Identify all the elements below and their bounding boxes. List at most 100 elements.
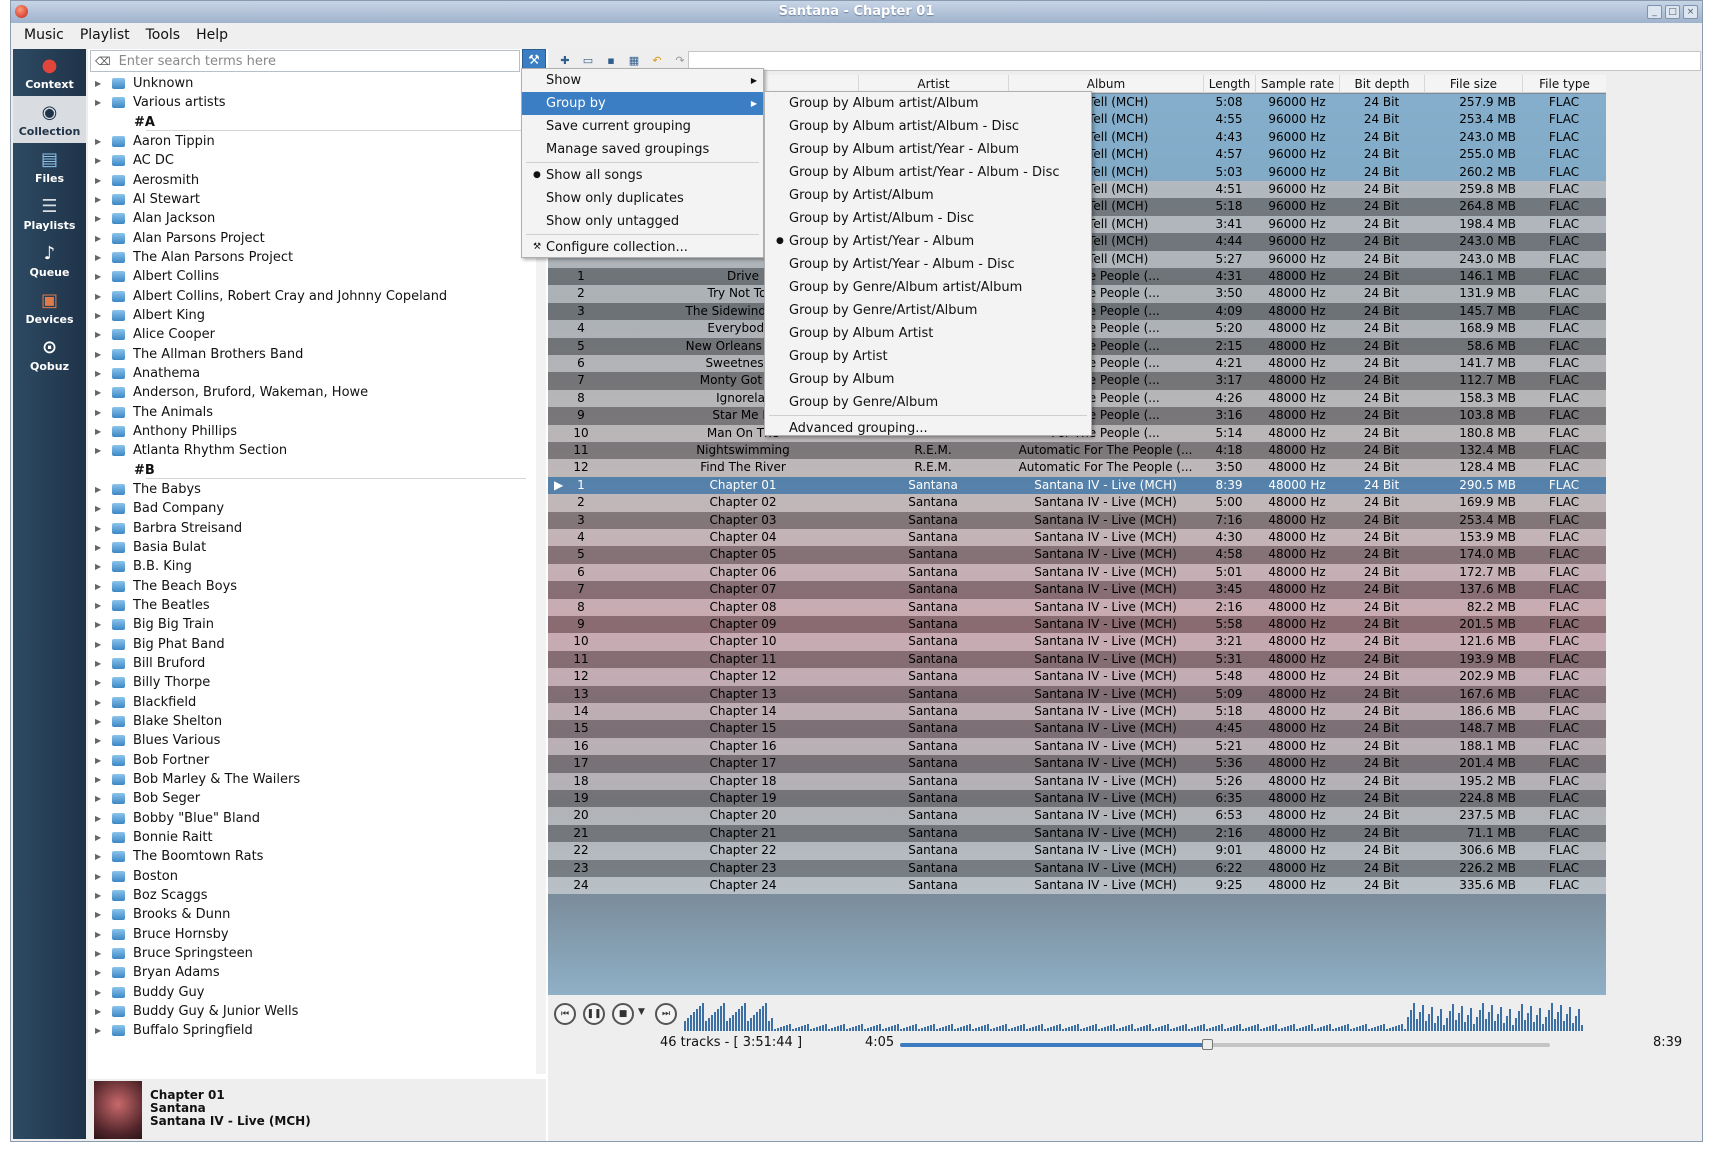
expand-arrow-icon[interactable]: ▶ [95,756,105,765]
stop-button[interactable]: ■ [612,1003,634,1025]
playlist-row[interactable]: 20 Chapter 20 Santana Santana IV - Live (MC… [548,807,1606,825]
column-header-file-size[interactable]: File size [1424,75,1522,93]
menu-item-show-only-untagged[interactable]: Show only untagged [522,210,763,233]
expand-arrow-icon[interactable]: ▶ [95,176,105,185]
playlist-row[interactable]: 24 Chapter 24 Santana Santana IV - Live (MC… [548,877,1606,895]
expand-arrow-icon[interactable]: ▶ [95,872,105,881]
expand-arrow-icon[interactable]: ▶ [95,640,105,649]
tree-item[interactable]: ▶ Atlanta Rhythm Section [88,441,546,460]
tree-item[interactable]: ▶ The Boomtown Rats [88,847,546,866]
playlist-row[interactable]: 13 Chapter 13 Santana Santana IV - Live (MC… [548,685,1606,703]
sidebar-item-devices[interactable]: ▣ Devices [13,284,86,331]
expand-arrow-icon[interactable]: ▶ [95,775,105,784]
menu-item-group-by-album-artist-year-album[interactable]: Group by Album artist/Year - Album [765,138,1091,161]
pause-button[interactable]: ❚❚ [583,1003,605,1025]
expand-arrow-icon[interactable]: ▶ [95,214,105,223]
expand-arrow-icon[interactable]: ▶ [95,446,105,455]
menu-tools[interactable]: Tools [145,27,182,43]
playlist-row[interactable]: 15 Chapter 15 Santana Santana IV - Live (MC… [548,720,1606,738]
tree-item[interactable]: ▶ Boston [88,866,546,885]
expand-arrow-icon[interactable]: ▶ [95,794,105,803]
tree-item[interactable]: ▶ The Beach Boys [88,577,546,596]
tree-item[interactable]: ▶ Barbra Streisand [88,519,546,538]
menu-item-group-by-album-artist-year-album-disc[interactable]: Group by Album artist/Year - Album - Dis… [765,161,1091,184]
tree-item[interactable]: ▶ Buffalo Springfield [88,1021,546,1040]
menu-playlist[interactable]: Playlist [79,27,131,43]
expand-arrow-icon[interactable]: ▶ [95,79,105,88]
tree-item[interactable]: ▶ B.B. King [88,557,546,576]
expand-arrow-icon[interactable]: ▶ [95,369,105,378]
expand-arrow-icon[interactable]: ▶ [95,852,105,861]
sidebar-item-collection[interactable]: ◉ Collection [13,96,86,143]
expand-arrow-icon[interactable]: ▶ [95,350,105,359]
expand-arrow-icon[interactable]: ▶ [95,582,105,591]
expand-arrow-icon[interactable]: ▶ [95,330,105,339]
expand-arrow-icon[interactable]: ▶ [95,620,105,629]
tree-item[interactable]: ▶ The Beatles [88,596,546,615]
menu-item-group-by-artist-album[interactable]: Group by Artist/Album [765,184,1091,207]
playlist-row[interactable]: 7 Chapter 07 Santana Santana IV - Live (MCH… [548,581,1606,599]
tree-item[interactable]: ▶ The Alan Parsons Project [88,248,546,267]
search-input[interactable]: ⌫ Enter search terms here [90,50,520,72]
tree-item[interactable]: ▶ Blues Various [88,731,546,750]
expand-arrow-icon[interactable]: ▶ [95,736,105,745]
menu-item-advanced-grouping[interactable]: Advanced grouping... [765,417,1091,440]
tree-item[interactable]: ▶ Aaron Tippin [88,132,546,151]
tree-item[interactable]: ▶ Alan Parsons Project [88,229,546,248]
sidebar-item-context[interactable]: ● Context [13,49,86,96]
expand-arrow-icon[interactable]: ▶ [95,814,105,823]
playlist-row[interactable]: 9 Chapter 09 Santana Santana IV - Live (MCH… [548,616,1606,634]
tree-item[interactable]: ▶ Bad Company [88,499,546,518]
column-header-file-type[interactable]: File type [1522,75,1606,93]
expand-arrow-icon[interactable]: ▶ [95,504,105,513]
expand-arrow-icon[interactable]: ▶ [95,485,105,494]
tree-item[interactable]: ▶ Bob Marley & The Wailers [88,770,546,789]
playlist-row[interactable]: 19 Chapter 19 Santana Santana IV - Live (MC… [548,790,1606,808]
tree-item[interactable]: ▶ Bobby "Blue" Bland [88,808,546,827]
menu-item-group-by-album-artist-album[interactable]: Group by Album artist/Album [765,92,1091,115]
playlist-row[interactable]: 16 Chapter 16 Santana Santana IV - Live (MC… [548,737,1606,756]
expand-arrow-icon[interactable]: ▶ [95,408,105,417]
playlist-row[interactable]: 12 Find The River R.E.M. Automatic For The … [548,459,1606,477]
playlist-row[interactable]: 2 Chapter 02 Santana Santana IV - Live (MCH… [548,494,1606,512]
tree-item[interactable]: ▶ The Allman Brothers Band [88,345,546,364]
tree-item[interactable]: ▶ Bruce Hornsby [88,924,546,943]
playlist-row[interactable]: 6 Chapter 06 Santana Santana IV - Live (MCH… [548,563,1606,582]
expand-arrow-icon[interactable]: ▶ [95,524,105,533]
tree-item[interactable]: ▶ Albert Collins, Robert Cray and Johnny … [88,287,546,306]
playlist-filter-input[interactable] [688,51,1701,71]
previous-button[interactable]: ⏮ [554,1003,576,1025]
expand-arrow-icon[interactable]: ▶ [95,678,105,687]
minimize-button[interactable]: _ [1647,5,1662,19]
tree-item[interactable]: ▶ Big Big Train [88,615,546,634]
column-header-bit-depth[interactable]: Bit depth [1339,75,1424,93]
expand-arrow-icon[interactable]: ▶ [95,949,105,958]
menu-item-group-by-album-artist-album-disc[interactable]: Group by Album artist/Album - Disc [765,115,1091,138]
tree-item[interactable]: ▶ Buddy Guy [88,982,546,1001]
expand-arrow-icon[interactable]: ▶ [95,1007,105,1016]
tree-item[interactable]: ▶ The Animals [88,403,546,422]
tree-item[interactable]: ▶ Brooks & Dunn [88,905,546,924]
menu-item-group-by-genre-album-artist-album[interactable]: Group by Genre/Album artist/Album [765,276,1091,299]
tree-item[interactable]: ▶ Basia Bulat [88,538,546,557]
playlist-row[interactable]: ▶ 1 Chapter 01 Santana Santana IV - Live (MC… [548,476,1606,495]
playlist-row[interactable]: 4 Chapter 04 Santana Santana IV - Live (MCH… [548,529,1606,547]
tree-item[interactable]: ▶ Bob Fortner [88,750,546,769]
column-header-length[interactable]: Length [1203,75,1255,93]
tree-item[interactable]: ▶ Bryan Adams [88,963,546,982]
expand-arrow-icon[interactable]: ▶ [95,562,105,571]
tree-item[interactable]: ▶ Bob Seger [88,789,546,808]
column-header-sample-rate[interactable]: Sample rate [1255,75,1339,93]
tree-item[interactable]: ▶ Alice Cooper [88,325,546,344]
menu-item-save-current-grouping[interactable]: Save current grouping [522,115,763,138]
playlist-row[interactable]: 23 Chapter 23 Santana Santana IV - Live (MC… [548,859,1606,877]
expand-arrow-icon[interactable]: ▶ [95,137,105,146]
seek-slider[interactable] [900,1039,1550,1050]
expand-arrow-icon[interactable]: ▶ [95,311,105,320]
menu-item-show[interactable]: Show ▶ [522,69,763,92]
menu-item-show-only-duplicates[interactable]: Show only duplicates [522,187,763,210]
tree-item[interactable]: ▶ Various artists [88,93,546,112]
expand-arrow-icon[interactable]: ▶ [95,698,105,707]
expand-arrow-icon[interactable]: ▶ [95,253,105,262]
tree-item[interactable]: ▶ Anathema [88,364,546,383]
